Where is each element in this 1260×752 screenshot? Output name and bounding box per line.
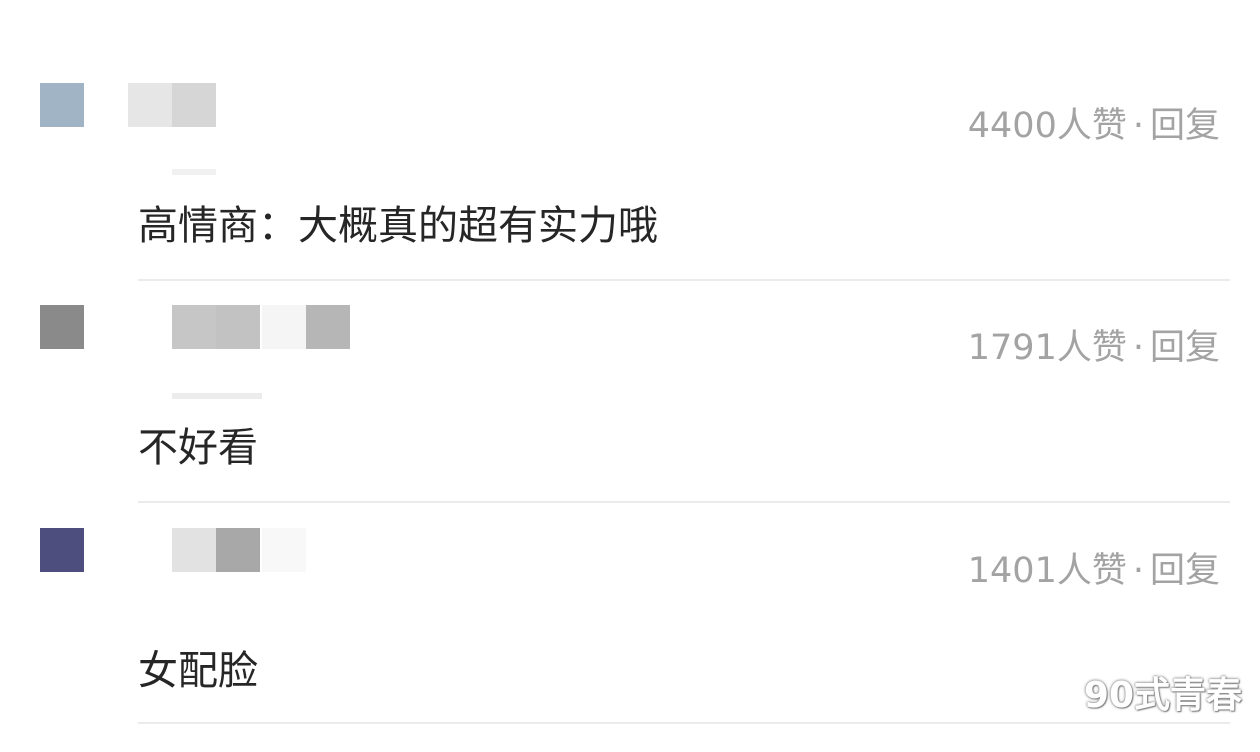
username-blurred[interactable] xyxy=(128,83,218,127)
reply-button[interactable]: 回复 xyxy=(1150,319,1220,370)
like-count[interactable]: 1401人赞 xyxy=(968,542,1127,593)
avatar[interactable] xyxy=(40,83,84,127)
meta-separator: · xyxy=(1132,328,1144,368)
avatar[interactable] xyxy=(40,305,84,349)
reply-button[interactable]: 回复 xyxy=(1150,542,1220,593)
blur-artifact xyxy=(172,393,262,399)
comment-item: 1401人赞 · 回复 女配脸 xyxy=(0,528,1260,752)
comment-text: 不好看 xyxy=(138,425,258,471)
username-blurred[interactable] xyxy=(172,305,352,349)
comment-meta: 1401人赞 · 回复 xyxy=(968,542,1220,593)
comment-item: 4400人赞 · 回复 高情商：大概真的超有实力哦 xyxy=(0,83,1260,307)
comment-text: 高情商：大概真的超有实力哦 xyxy=(138,203,658,249)
username-blurred[interactable] xyxy=(172,528,306,572)
like-count[interactable]: 4400人赞 xyxy=(968,97,1127,148)
divider xyxy=(138,722,1230,724)
divider xyxy=(138,501,1230,503)
reply-button[interactable]: 回复 xyxy=(1150,97,1220,148)
comment-meta: 4400人赞 · 回复 xyxy=(968,97,1220,148)
blur-artifact xyxy=(172,169,216,175)
meta-separator: · xyxy=(1132,551,1144,591)
meta-separator: · xyxy=(1132,106,1144,146)
comment-text: 女配脸 xyxy=(138,648,258,694)
like-count[interactable]: 1791人赞 xyxy=(968,319,1127,370)
avatar[interactable] xyxy=(40,528,84,572)
comment-item: 1791人赞 · 回复 不好看 xyxy=(0,305,1260,529)
divider xyxy=(138,279,1230,281)
watermark: 90式青春 xyxy=(1083,675,1242,716)
comment-meta: 1791人赞 · 回复 xyxy=(968,319,1220,370)
